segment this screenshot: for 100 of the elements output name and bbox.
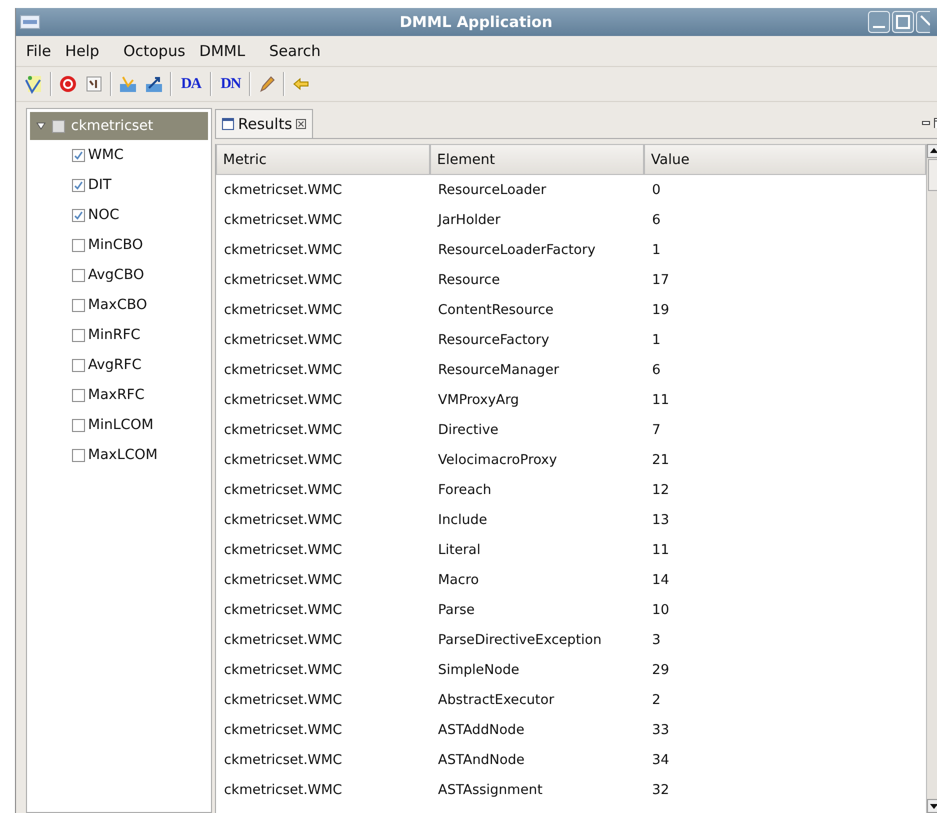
document-icon[interactable]: [84, 74, 104, 94]
app-icon: [20, 15, 40, 29]
table-cell-text: ckmetricset.WMC: [223, 452, 344, 468]
table-cell-text: VelocimacroProxy: [437, 452, 558, 468]
checkbox[interactable]: [72, 358, 85, 372]
checkbox[interactable]: [72, 208, 85, 222]
toolbar-button[interactable]: DN: [218, 76, 244, 92]
checkbox[interactable]: [72, 268, 85, 282]
tree-label: MaxRFC: [88, 387, 144, 403]
checkbox[interactable]: [72, 148, 85, 162]
checkbox[interactable]: [72, 178, 85, 192]
table-cell-text: ResourceLoader: [437, 182, 548, 198]
table-cell-text: 0: [651, 182, 662, 198]
table-cell-text: 11: [651, 392, 670, 408]
table-cell-text: ckmetricset.WMC: [223, 602, 344, 618]
checkbox[interactable]: [72, 328, 85, 342]
table-cell-text: ResourceManager: [437, 362, 560, 378]
tree-label: MinRFC: [88, 327, 140, 343]
table-cell-text: ResourceLoaderFactory: [437, 242, 596, 258]
checkbox[interactable]: [52, 120, 65, 132]
chart-icon[interactable]: [24, 74, 44, 94]
table-cell-text: ASTAddNode: [437, 722, 526, 738]
table-cell-text: ckmetricset.WMC: [223, 752, 344, 768]
tree-label: AvgCBO: [88, 267, 144, 283]
table-cell-text: 29: [651, 662, 670, 678]
table-cell-text: ParseDirectiveException: [437, 632, 603, 648]
toolbar-button[interactable]: DA: [178, 76, 204, 92]
table-cell-text: 1: [651, 242, 662, 258]
table-cell-text: ckmetricset.WMC: [223, 422, 344, 438]
table-cell-text: ckmetricset.WMC: [223, 392, 344, 408]
column-header[interactable]: Element: [430, 144, 644, 175]
tree-label: WMC: [88, 147, 124, 163]
table-cell-text: Macro: [437, 572, 480, 588]
table-cell-text: ckmetricset.WMC: [223, 572, 344, 588]
table-cell-text: ckmetricset.WMC: [223, 182, 344, 198]
table-cell-text: ckmetricset.WMC: [223, 662, 344, 678]
target-icon[interactable]: [58, 74, 78, 94]
table-cell-text: 6: [651, 212, 662, 228]
close-button[interactable]: [916, 11, 930, 33]
table-cell-text: VMProxyArg: [437, 392, 520, 408]
table-cell-text: 7: [651, 422, 662, 438]
close-icon[interactable]: [296, 119, 306, 129]
table-cell-text: 14: [651, 572, 670, 588]
table-cell-text: SimpleNode: [437, 662, 520, 678]
table-cell-text: 13: [651, 512, 670, 528]
tree-label: MinLCOM: [88, 417, 154, 433]
checkbox[interactable]: [72, 418, 85, 432]
table-cell-text: Parse: [437, 602, 476, 618]
table-cell-text: ckmetricset.WMC: [223, 362, 344, 378]
table-cell-text: ckmetricset.WMC: [223, 242, 344, 258]
results-tab[interactable]: Results: [215, 109, 314, 138]
table-cell-text: 1: [651, 332, 662, 348]
table-cell-text: ResourceFactory: [437, 332, 550, 348]
table-cell-text: Resource: [437, 272, 501, 288]
import-icon[interactable]: [118, 74, 138, 94]
menu-item[interactable]: File: [26, 42, 52, 60]
table-cell-text: ckmetricset.WMC: [223, 272, 344, 288]
tree-label: MinCBO: [88, 237, 143, 253]
table-cell-text: Literal: [437, 542, 482, 558]
table-cell-text: ckmetricset.WMC: [223, 782, 344, 798]
expand-arrow-icon[interactable]: [36, 121, 46, 131]
menu-item[interactable]: DMML: [199, 42, 246, 60]
table-cell-text: 2: [651, 692, 662, 708]
scroll-down-icon[interactable]: [927, 799, 937, 813]
table-cell-text: ckmetricset.WMC: [223, 302, 344, 318]
column-header[interactable]: Metric: [216, 144, 430, 175]
export-icon[interactable]: [144, 74, 164, 94]
table-cell-text: ContentResource: [437, 302, 555, 318]
table-cell-text: 19: [651, 302, 670, 318]
table-cell-text: ckmetricset.WMC: [223, 692, 344, 708]
menu-item[interactable]: Search: [269, 42, 321, 60]
window-icon: [222, 118, 234, 130]
table-cell-text: ASTAssignment: [437, 782, 544, 798]
checkbox[interactable]: [72, 448, 85, 462]
checkbox[interactable]: [72, 238, 85, 252]
tree-label: MaxLCOM: [88, 447, 158, 463]
table-cell-text: ckmetricset.WMC: [223, 332, 344, 348]
tree-label: ckmetricset: [71, 118, 154, 134]
table-cell-text: Foreach: [437, 482, 492, 498]
table-cell-text: ckmetricset.WMC: [223, 512, 344, 528]
checkbox[interactable]: [72, 298, 85, 312]
pen-icon[interactable]: [257, 74, 278, 94]
table-cell-text: ASTAndNode: [437, 752, 526, 768]
menu-item[interactable]: Help: [65, 42, 100, 60]
column-header[interactable]: Value: [644, 144, 926, 175]
tree-label: DIT: [88, 177, 112, 193]
tree-label: MaxCBO: [88, 297, 148, 313]
checkbox[interactable]: [72, 388, 85, 402]
minimize-icon[interactable]: [922, 120, 930, 126]
table-cell-text: 21: [651, 452, 670, 468]
scroll-up-icon[interactable]: [927, 144, 937, 158]
table-cell-text: JarHolder: [436, 212, 502, 228]
table-cell-text: ckmetricset.WMC: [223, 482, 344, 498]
table-cell-text: 10: [651, 602, 670, 618]
menu-item[interactable]: Octopus: [123, 42, 186, 60]
table-cell-text: Directive: [437, 422, 500, 438]
tree-label: NOC: [88, 207, 120, 223]
maximize-button[interactable]: [892, 11, 914, 33]
minimize-button[interactable]: [868, 11, 890, 33]
table-cell-text: 6: [651, 362, 662, 378]
